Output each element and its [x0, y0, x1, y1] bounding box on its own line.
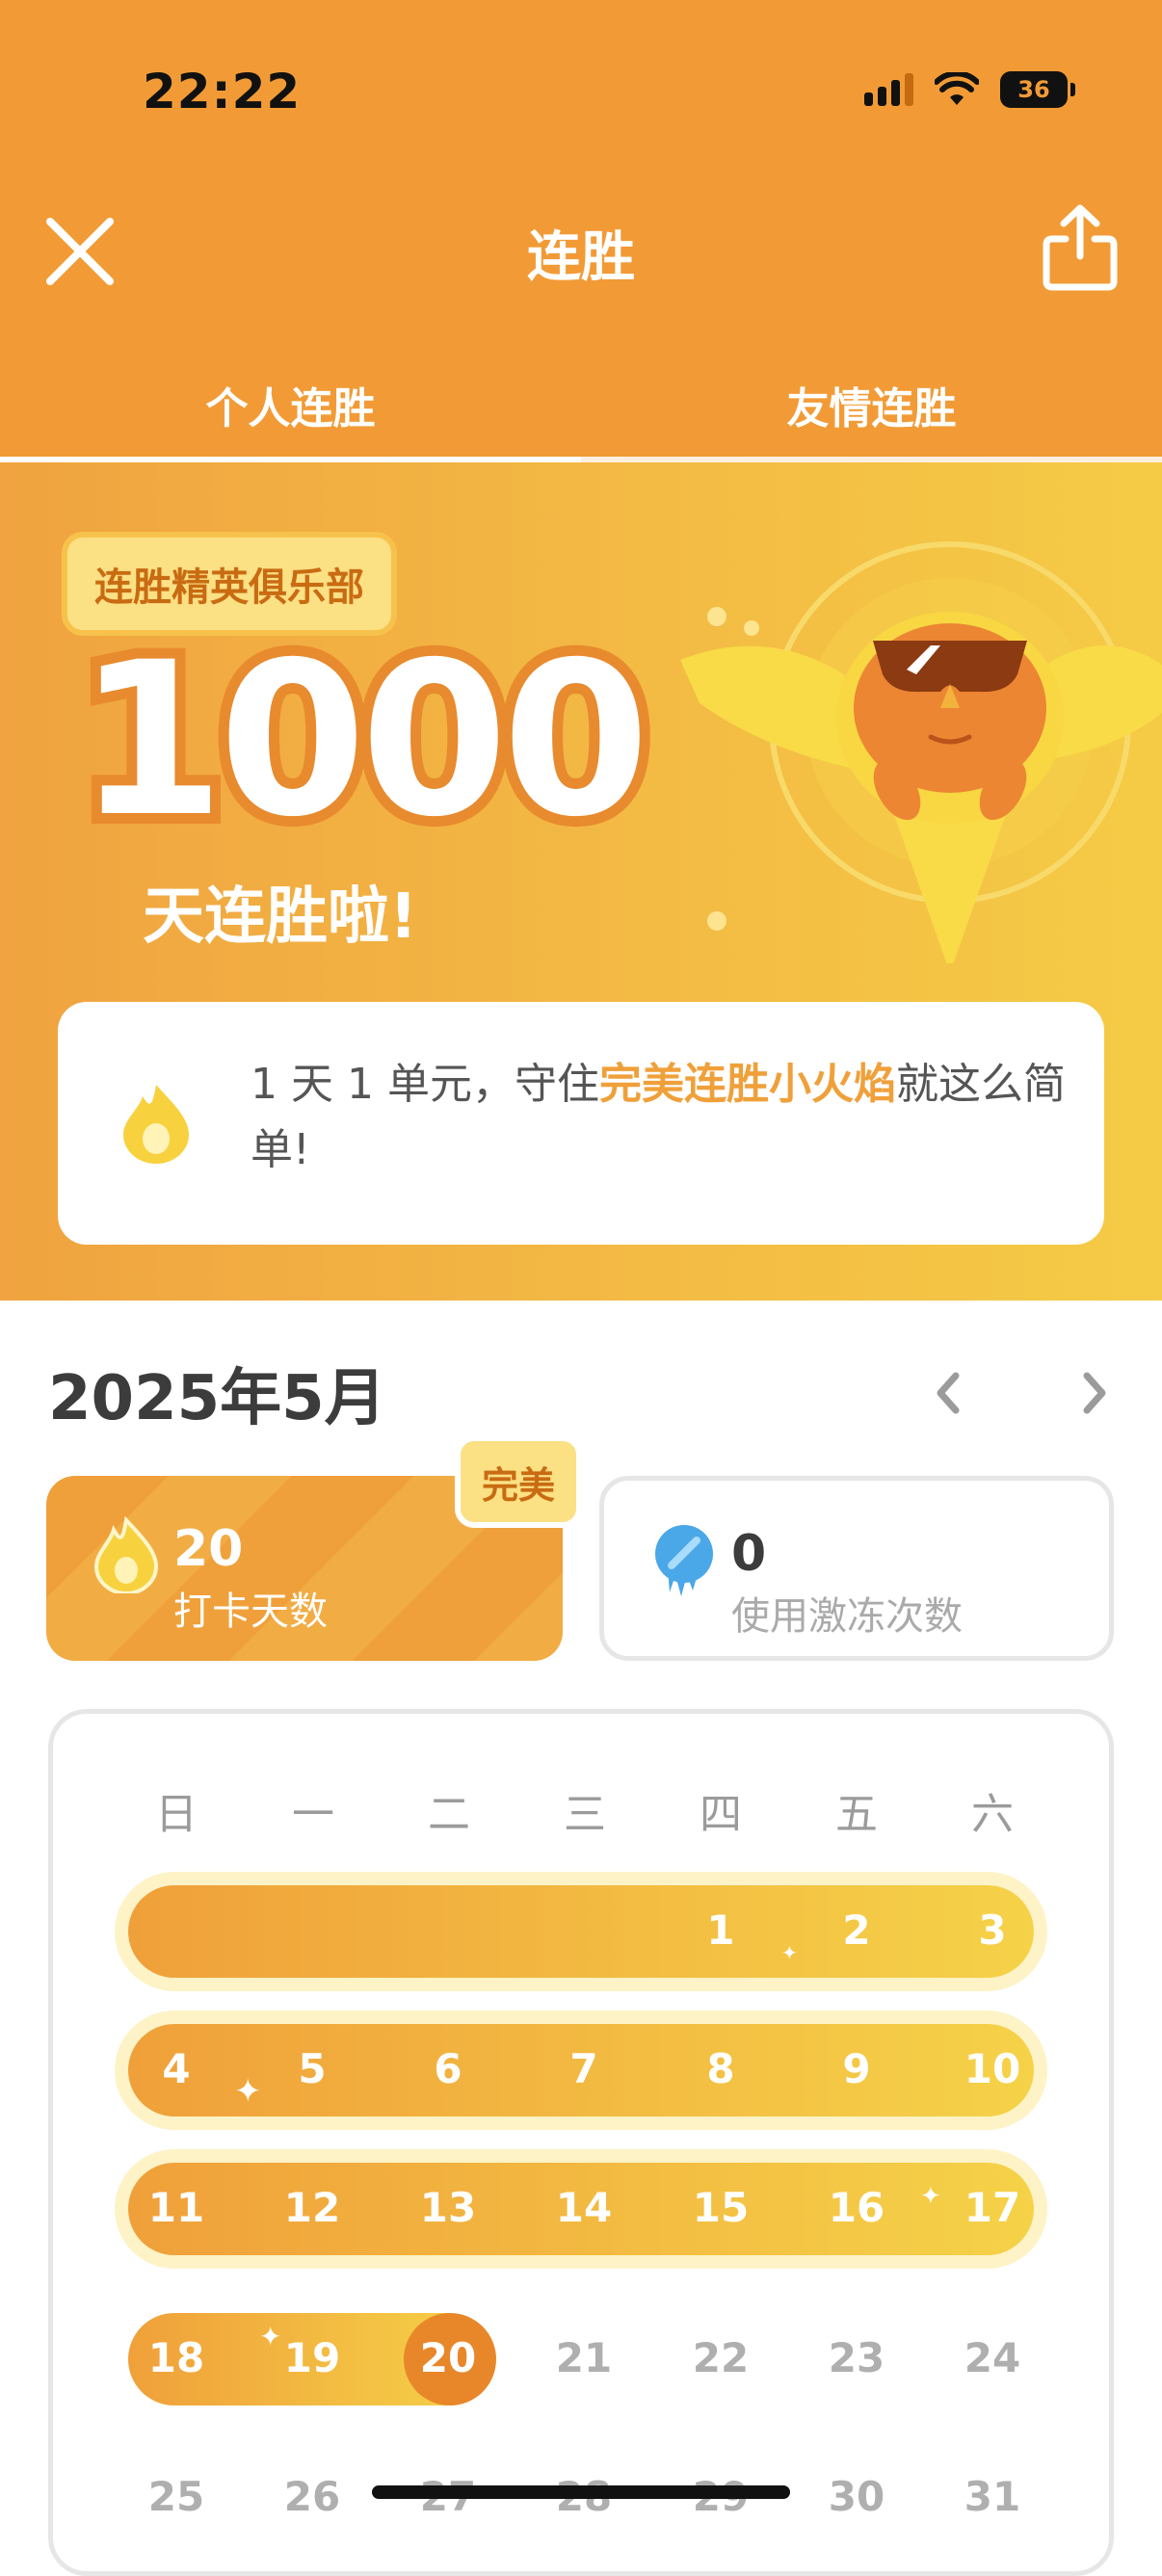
promo-highlight: 完美连胜小火焰: [598, 1060, 896, 1109]
tab-friend-streak[interactable]: 友情连胜: [581, 366, 1162, 462]
calendar-day[interactable]: 16: [808, 2184, 905, 2231]
freeze-count-label: 使用激冻次数: [731, 1594, 963, 1639]
streak-suffix: 天连胜啦!: [143, 881, 418, 953]
cellular-signal-icon: [864, 73, 913, 106]
weekday-fri: 五: [835, 1790, 878, 1839]
tab-personal-streak[interactable]: 个人连胜: [0, 366, 581, 462]
sparkle-icon: ✦: [920, 2182, 941, 2211]
calendar-day[interactable]: 12: [264, 2184, 360, 2231]
status-icons: 36: [864, 71, 1075, 108]
calendar-day[interactable]: 26: [264, 2473, 360, 2520]
sparkle-icon: ✦: [234, 2072, 262, 2111]
flame-icon: [93, 1516, 159, 1593]
checkin-days-value: 20: [173, 1520, 244, 1578]
battery-icon: 36: [1000, 71, 1075, 108]
checkin-days-label: 打卡天数: [173, 1590, 328, 1634]
calendar-day[interactable]: 22: [673, 2334, 769, 2381]
sparkle-icon: ✦: [781, 1941, 798, 1964]
calendar-day[interactable]: 30: [808, 2473, 905, 2520]
freeze-count-card: 0 使用激冻次数: [599, 1476, 1114, 1661]
calendar-day[interactable]: 14: [536, 2184, 632, 2231]
streak-calendar: 日 一 二 三 四 五 六 1 2 3 ✦ 4 5 6 7 8 9 10 ✦ 1…: [48, 1709, 1114, 2576]
calendar-day[interactable]: 10: [944, 2045, 1041, 2092]
calendar-day[interactable]: 24: [944, 2334, 1041, 2381]
calendar-day[interactable]: 18: [128, 2334, 224, 2381]
home-indicator[interactable]: [372, 2485, 790, 2499]
calendar-day[interactable]: 25: [128, 2473, 224, 2520]
chevron-left-icon[interactable]: [929, 1370, 967, 1416]
weekday-sat: 六: [971, 1790, 1014, 1839]
chevron-right-icon[interactable]: [1075, 1370, 1114, 1416]
wifi-icon: [935, 72, 979, 105]
calendar-day[interactable]: 1: [673, 1906, 769, 1954]
calendar-day[interactable]: 15: [673, 2184, 769, 2231]
calendar-day-today[interactable]: 20: [400, 2334, 496, 2381]
header: 22:22 36 连胜 个人连胜 友情连胜: [0, 0, 1162, 462]
promo-text: 1 天 1 单元，守住完美连胜小火焰就这么简单!: [251, 1052, 1070, 1183]
weekday-mon: 一: [292, 1790, 334, 1839]
perfect-badge: 完美: [455, 1435, 583, 1528]
owl-mascot-icon: [680, 541, 1162, 963]
month-navigator: 2025年5月: [48, 1349, 1114, 1434]
calendar-day[interactable]: 5: [264, 2045, 360, 2092]
calendar-day[interactable]: 2: [808, 1906, 905, 1954]
freeze-count-value: 0: [731, 1525, 767, 1583]
promo-text-start: 1 天 1 单元，守住: [251, 1060, 599, 1109]
sparkle-icon: ✦: [259, 2321, 282, 2353]
calendar-day[interactable]: 11: [128, 2184, 224, 2231]
calendar-day[interactable]: 17: [944, 2184, 1041, 2231]
calendar-day[interactable]: 3: [944, 1906, 1041, 1954]
calendar-day[interactable]: 31: [944, 2473, 1041, 2520]
status-time: 22:22: [143, 64, 302, 119]
weekday-tue: 二: [428, 1790, 470, 1839]
share-icon[interactable]: [1041, 202, 1120, 293]
calendar-day[interactable]: 23: [808, 2334, 905, 2381]
weekday-thu: 四: [700, 1790, 742, 1839]
streak-count: 1000: [66, 617, 660, 863]
calendar-day[interactable]: 7: [536, 2045, 632, 2092]
streak-hero: 连胜精英俱乐部 1000 天连胜啦! 1 天 1 单元，守住完美连胜小火焰就这么…: [0, 462, 1162, 1301]
ice-drop-icon: [655, 1525, 713, 1596]
calendar-day[interactable]: 6: [400, 2045, 496, 2092]
calendar-day[interactable]: 8: [673, 2045, 769, 2092]
weekday-wed: 三: [564, 1790, 606, 1839]
calendar-day[interactable]: 21: [536, 2334, 632, 2381]
month-label: 2025年5月: [48, 1363, 386, 1434]
calendar-day[interactable]: 4: [128, 2045, 224, 2092]
page-title: 连胜: [527, 226, 635, 289]
flame-icon: [123, 1085, 189, 1164]
tab-bar: 个人连胜 友情连胜: [0, 366, 1162, 462]
calendar-day[interactable]: 9: [808, 2045, 905, 2092]
weekday-sun: 日: [155, 1790, 198, 1839]
promo-card: 1 天 1 单元，守住完美连胜小火焰就这么简单!: [58, 1002, 1104, 1245]
calendar-day[interactable]: 13: [400, 2184, 496, 2231]
